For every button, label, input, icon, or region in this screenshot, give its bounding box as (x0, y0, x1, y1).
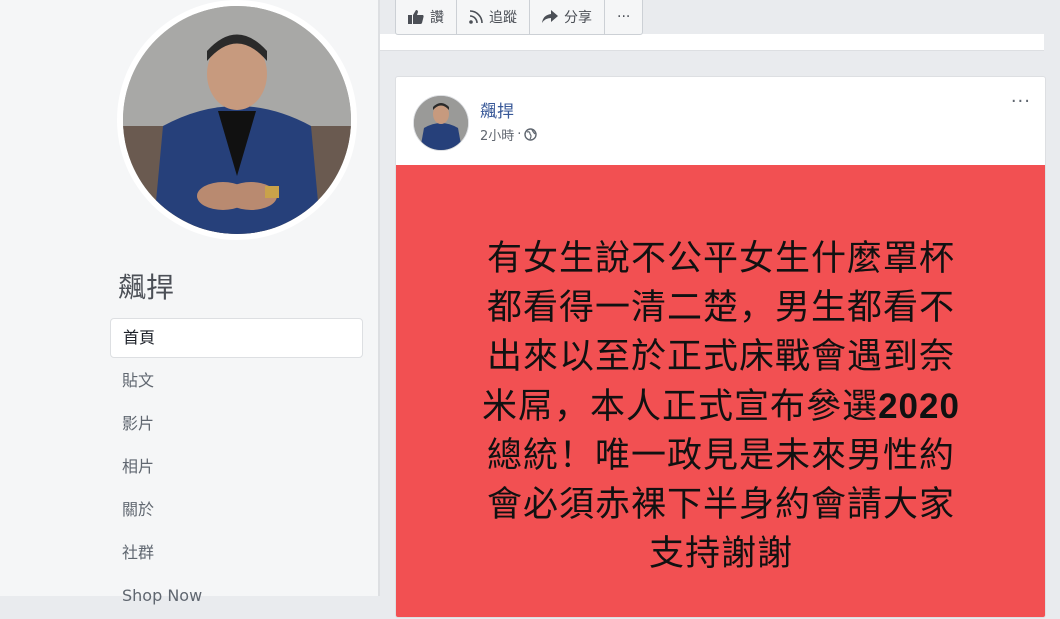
like-label: 讚 (430, 10, 444, 26)
post-line: 支持謝謝 (648, 534, 793, 574)
post-line: 總統！唯一政見是未來男性約 (486, 436, 955, 476)
profile-person-image (123, 6, 351, 234)
nav-item-videos[interactable]: 影片 (110, 404, 363, 444)
nav-item-posts[interactable]: 貼文 (110, 361, 363, 401)
post-line: 米屌，本人正式宣布參選2020 (426, 382, 1016, 432)
column-divider (378, 0, 380, 596)
nav-item-community[interactable]: 社群 (110, 533, 363, 573)
post-timestamp[interactable]: 2小時 (480, 125, 514, 144)
nav-item-about[interactable]: 關於 (110, 490, 363, 530)
follow-button[interactable]: 追蹤 (457, 0, 530, 34)
more-button[interactable]: ··· (605, 0, 642, 34)
follow-label: 追蹤 (489, 10, 517, 26)
post-options-icon[interactable]: ··· (1011, 91, 1031, 112)
post-meta: 2小時 · (480, 125, 538, 144)
nav-item-home[interactable]: 首頁 (110, 318, 363, 358)
post-line: 出來以至於正式床戰會遇到奈 (486, 337, 955, 377)
meta-separator: · (517, 127, 522, 142)
nav-item-photos[interactable]: 相片 (110, 447, 363, 487)
post-line: 有女生說不公平女生什麼罩杯 (486, 239, 955, 279)
rss-follow-icon (469, 10, 483, 24)
like-button[interactable]: 讚 (396, 0, 457, 34)
page-nav: 首頁 貼文 影片 相片 關於 社群 Shop Now (110, 318, 363, 619)
page-sidebar: 飆捍 首頁 貼文 影片 相片 關於 社群 Shop Now (0, 0, 378, 605)
post-colored-background: 有女生說不公平女生什麼罩杯 都看得一清二楚，男生都看不 出來以至於正式床戰會遇到… (396, 165, 1045, 617)
share-label: 分享 (564, 10, 592, 26)
more-icon: ··· (617, 9, 631, 25)
page-title: 飆捍 (118, 271, 175, 304)
post-author-avatar[interactable] (413, 95, 469, 151)
post-text: 有女生說不公平女生什麼罩杯 都看得一清二楚，男生都看不 出來以至於正式床戰會遇到… (426, 235, 1016, 579)
like-icon (408, 10, 424, 24)
post-line: 都看得一清二楚，男生都看不 (486, 288, 955, 328)
post-line-text: 米屌，本人正式宣布參選 (482, 387, 879, 427)
avatar-image (414, 96, 468, 150)
globe-icon[interactable] (524, 128, 538, 141)
page-action-bar: 讚 追蹤 分享 ··· (395, 0, 644, 35)
profile-picture[interactable] (117, 0, 357, 240)
post-author-name[interactable]: 飆捍 (480, 97, 514, 122)
post-line: 會必須赤裸下半身約會請大家 (486, 485, 955, 525)
post-year: 2020 (878, 387, 960, 426)
share-button[interactable]: 分享 (530, 0, 605, 34)
nav-item-shop-now[interactable]: Shop Now (110, 576, 363, 616)
share-arrow-icon (542, 10, 558, 23)
header-card (380, 34, 1044, 51)
post-card: 飆捍 2小時 · ··· 有女生說不公平女生什麼罩杯 都看得一清二楚，男生都看不… (395, 76, 1046, 618)
